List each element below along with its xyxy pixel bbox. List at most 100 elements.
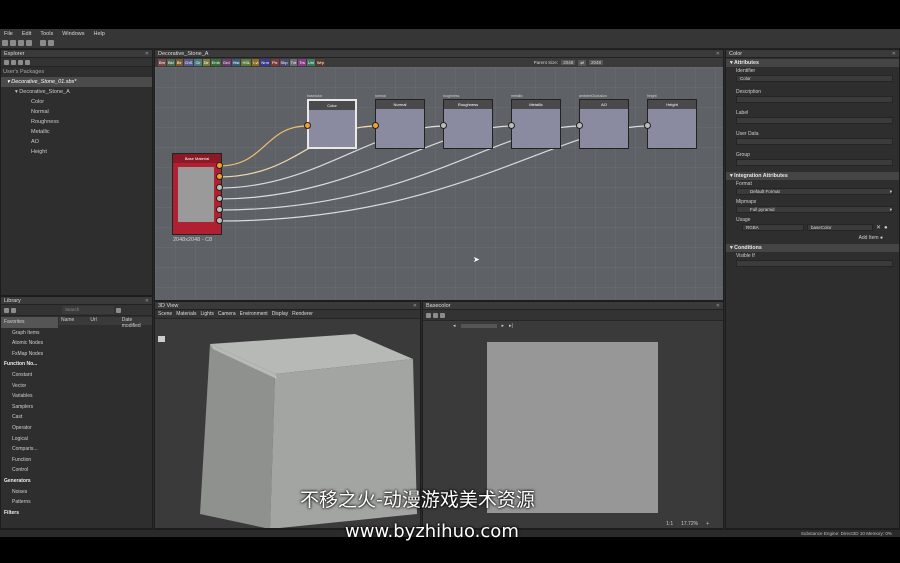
library-category[interactable]: Logical [1, 434, 58, 445]
menu-edit[interactable]: Edit [22, 31, 31, 37]
tile-icon[interactable] [433, 312, 438, 318]
menu-file[interactable]: File [4, 31, 13, 37]
input-port[interactable] [508, 122, 515, 129]
camera-icon[interactable] [158, 336, 165, 342]
output-port[interactable] [216, 195, 223, 202]
library-category[interactable]: Operator [1, 423, 58, 434]
column-name[interactable]: Name [59, 317, 90, 325]
parent-size-select-y[interactable]: 2048 [588, 60, 603, 65]
ratio-label[interactable]: 1:1 [666, 521, 673, 527]
output-node-metallic[interactable]: Metallic [511, 99, 561, 149]
library-category[interactable]: Vector [1, 381, 58, 392]
3d-menu-renderer[interactable]: Renderer [292, 311, 313, 317]
node-chip[interactable]: Emb [210, 59, 221, 66]
library-category[interactable]: Atomic Nodes [1, 338, 58, 349]
output-item-metallic[interactable]: Metallic [1, 127, 152, 137]
channel-icon[interactable] [426, 312, 431, 318]
output-item-roughness[interactable]: Roughness [1, 117, 152, 127]
input-port[interactable] [644, 122, 651, 129]
node-graph-canvas[interactable]: Base Material 2048x2048 - C8 basecolor Co… [155, 67, 723, 300]
output-item-ao[interactable]: AO [1, 137, 152, 147]
node-chip[interactable]: Uni [306, 59, 315, 66]
save-all-icon[interactable] [26, 40, 32, 46]
timeline-slider[interactable] [460, 324, 497, 328]
node-chip[interactable]: Txt [289, 59, 298, 66]
output-node-color[interactable]: Color [307, 99, 357, 149]
conditions-section[interactable]: ▾ Conditions [726, 244, 899, 252]
library-category[interactable]: Function [1, 455, 58, 466]
output-port[interactable] [216, 217, 223, 224]
close-icon[interactable]: ✕ [716, 303, 720, 309]
output-port[interactable] [216, 173, 223, 180]
zoom-in-icon[interactable]: + [706, 521, 709, 527]
radio-icon[interactable]: ● [880, 235, 883, 241]
library-category[interactable]: Comparis... [1, 444, 58, 455]
close-icon[interactable]: ✕ [892, 51, 896, 57]
3d-menu-scene[interactable]: Scene [158, 311, 172, 317]
search-input[interactable]: Search [62, 306, 114, 314]
node-chip[interactable]: Wrp [315, 59, 326, 66]
menu-help[interactable]: Help [94, 31, 105, 37]
library-category[interactable]: Generators [1, 476, 58, 487]
node-chip[interactable]: Grd [221, 59, 231, 66]
node-chip[interactable]: Dir [202, 59, 210, 66]
play-icon[interactable]: ▸ [502, 323, 505, 329]
output-item-color[interactable]: Color [1, 97, 152, 107]
library-category[interactable]: Variables [1, 391, 58, 402]
library-category[interactable]: Constant [1, 370, 58, 381]
graph-tab[interactable]: Decorative_Stone_A [158, 51, 208, 57]
mipmaps-select[interactable]: Full pyramid ▾ [736, 206, 893, 213]
library-category[interactable]: Samplers [1, 402, 58, 413]
previous-icon[interactable]: ◂ [453, 323, 456, 329]
node-chip[interactable]: Nrm [260, 59, 270, 66]
library-category[interactable]: Function No... [1, 359, 58, 370]
output-node-roughness[interactable]: Roughness [443, 99, 493, 149]
base-material-node[interactable]: Base Material [172, 153, 222, 235]
node-chip[interactable]: HSL [241, 59, 252, 66]
node-chip[interactable]: Shp [279, 59, 289, 66]
library-category[interactable]: Graph Items [1, 328, 58, 339]
export-icon[interactable] [440, 312, 445, 318]
label-field[interactable] [736, 117, 893, 124]
column-date[interactable]: Date modified [122, 317, 152, 329]
user-data-field[interactable] [736, 138, 893, 145]
input-port[interactable] [440, 122, 447, 129]
library-category[interactable]: Cast [1, 412, 58, 423]
link-icon[interactable]: ⇄ [578, 59, 586, 66]
integration-section[interactable]: ▾ Integration Attributes [726, 172, 899, 180]
close-icon[interactable]: ✕ [145, 298, 149, 304]
output-node-ao[interactable]: AO [579, 99, 629, 149]
save-icon[interactable] [18, 40, 24, 46]
input-port[interactable] [304, 122, 311, 129]
column-url[interactable]: Url [90, 317, 121, 325]
graph-item[interactable]: ▾ Decorative_Stone_A [1, 87, 152, 97]
open-package-icon[interactable] [11, 59, 16, 65]
add-item-button[interactable]: Add Item [859, 235, 879, 241]
library-category[interactable]: Control [1, 465, 58, 476]
node-chip[interactable]: Pix [270, 59, 279, 66]
parent-size-select[interactable]: 2048 [561, 60, 576, 65]
settings-icon[interactable] [25, 59, 30, 65]
usage-channel-select[interactable]: RGBA [742, 224, 804, 231]
description-field[interactable] [736, 96, 893, 103]
undo-icon[interactable] [40, 40, 46, 46]
close-icon[interactable]: ✕ [145, 51, 149, 57]
view-mode-icon[interactable] [116, 307, 121, 313]
node-chip[interactable]: Lvl [252, 59, 260, 66]
new-icon[interactable] [2, 40, 8, 46]
output-port[interactable] [216, 184, 223, 191]
format-select[interactable]: Default Format ▾ [736, 188, 893, 195]
open-icon[interactable] [10, 40, 16, 46]
remove-icon[interactable]: ✕ [876, 224, 881, 231]
node-chip[interactable]: Clr [194, 59, 202, 66]
output-port[interactable] [216, 162, 223, 169]
3d-menu-materials[interactable]: Materials [176, 311, 196, 317]
menu-windows[interactable]: Windows [62, 31, 84, 37]
output-item-height[interactable]: Height [1, 147, 152, 157]
attributes-section[interactable]: ▾ Attributes [726, 59, 899, 67]
input-port[interactable] [372, 122, 379, 129]
3d-menu-lights[interactable]: Lights [200, 311, 213, 317]
group-field[interactable] [736, 159, 893, 166]
save-package-icon[interactable] [18, 59, 23, 65]
3d-menu-environment[interactable]: Environment [240, 311, 268, 317]
